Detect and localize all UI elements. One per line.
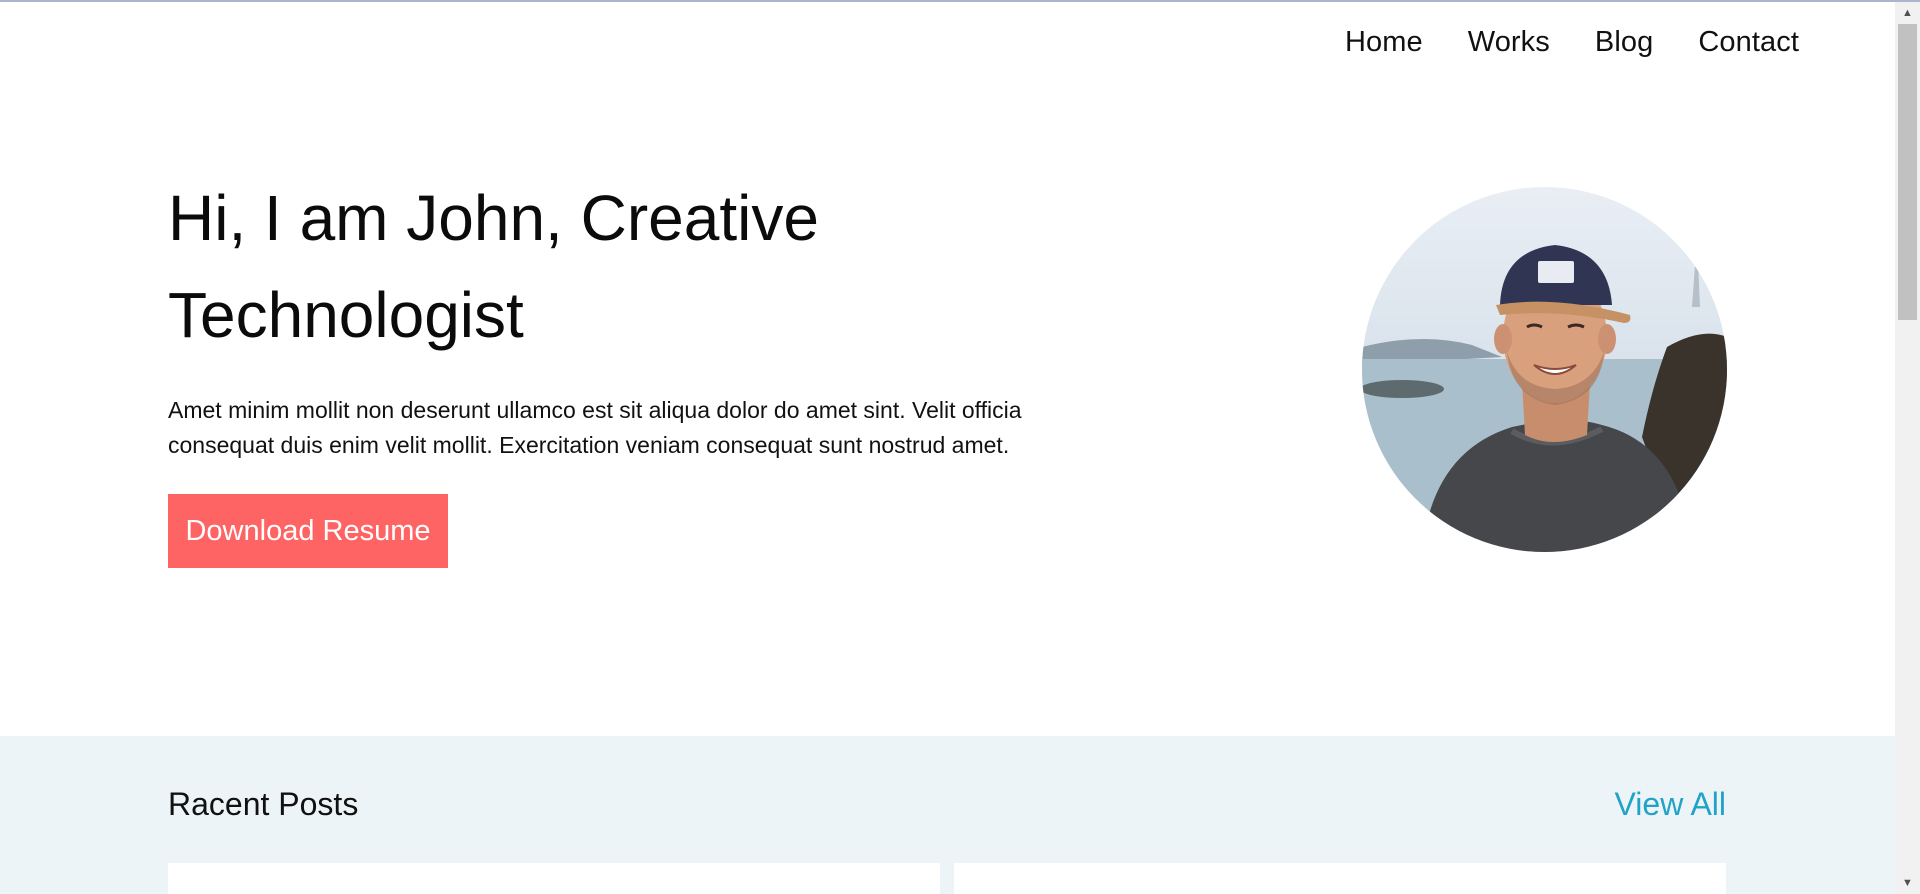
post-card[interactable]	[954, 863, 1726, 894]
nav-blog-link[interactable]: Blog	[1595, 26, 1653, 59]
hero-description: Amet minim mollit non deserunt ullamco e…	[168, 397, 1022, 458]
hero-title: Hi, I am John, Creative Technologist	[168, 182, 819, 351]
scroll-up-icon[interactable]: ▲	[1895, 2, 1920, 24]
nav-works-link[interactable]: Works	[1468, 26, 1550, 59]
view-all-link[interactable]: View All	[1615, 786, 1726, 823]
nav-contact-link[interactable]: Contact	[1698, 26, 1799, 59]
vertical-scrollbar[interactable]: ▲ ▼	[1895, 2, 1920, 894]
main-nav: Home Works Blog Contact	[1345, 26, 1799, 59]
page: Home Works Blog Contact Hi, I am John, C…	[0, 0, 1895, 894]
download-resume-button[interactable]: Download Resume	[168, 494, 448, 568]
post-card[interactable]	[168, 863, 940, 894]
scrollbar-thumb[interactable]	[1898, 24, 1917, 320]
nav-home-link[interactable]: Home	[1345, 26, 1423, 59]
recent-posts-title: Racent Posts	[168, 786, 359, 822]
recent-posts-section: Racent Posts View All	[0, 736, 1895, 894]
profile-photo	[1362, 187, 1727, 552]
scroll-down-icon[interactable]: ▼	[1895, 872, 1920, 894]
